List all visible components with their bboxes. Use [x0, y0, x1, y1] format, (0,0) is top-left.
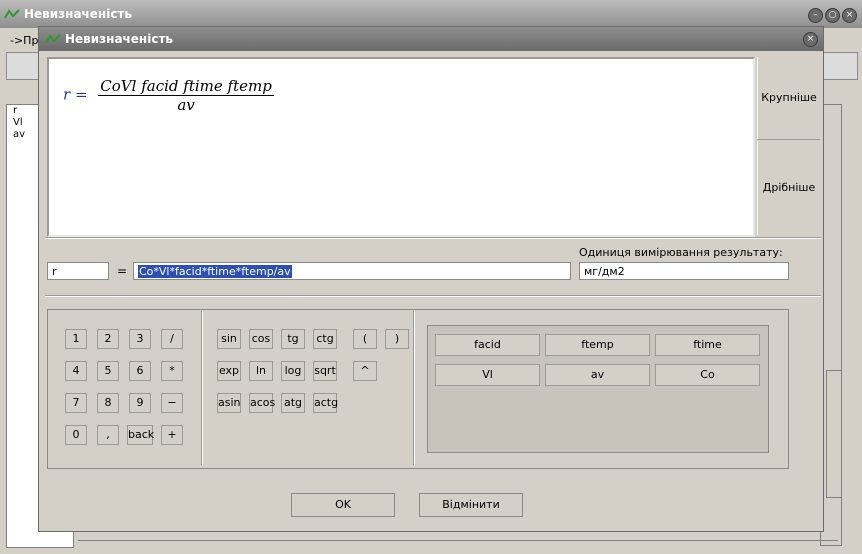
key-sqrt[interactable]: sqrt: [313, 361, 337, 381]
key-power[interactable]: ^: [353, 361, 377, 381]
divider: [45, 295, 821, 297]
app-logo-icon: [4, 9, 20, 19]
key-cos[interactable]: cos: [249, 329, 273, 349]
background-panel-inner: [826, 370, 842, 498]
keypad-separator: [201, 311, 203, 465]
background-window-title: Невизначеність: [24, 7, 132, 21]
formula-lhs: r =: [63, 85, 88, 104]
key-8[interactable]: 8: [97, 393, 119, 413]
key-ctg[interactable]: ctg: [313, 329, 337, 349]
unit-label: Одиниця вимірювання результату:: [579, 246, 783, 259]
key-3[interactable]: 3: [129, 329, 151, 349]
key-comma[interactable]: ,: [97, 425, 119, 445]
keypad-separator: [413, 311, 415, 465]
var-button-co[interactable]: Co: [655, 364, 760, 386]
formula-denominator: av: [177, 96, 195, 114]
background-divider: [78, 540, 838, 547]
var-button-facid[interactable]: facid: [435, 334, 540, 356]
key-ln[interactable]: ln: [249, 361, 273, 381]
key-asin[interactable]: asin: [217, 393, 241, 413]
uncertainty-dialog: Невизначеність × r = CoVl facid ftime ft…: [38, 26, 824, 532]
key-minus[interactable]: −: [161, 393, 183, 413]
zoom-in-button[interactable]: Крупніше: [757, 57, 820, 140]
formula-preview: r = CoVl facid ftime ftemp av: [47, 57, 755, 237]
key-6[interactable]: 6: [129, 361, 151, 381]
minimize-icon[interactable]: –: [808, 8, 823, 23]
key-tg[interactable]: tg: [281, 329, 305, 349]
key-2[interactable]: 2: [97, 329, 119, 349]
key-plus[interactable]: +: [161, 425, 183, 445]
dialog-title: Невизначеність: [65, 32, 173, 46]
cancel-button[interactable]: Відмінити: [419, 493, 523, 517]
key-0[interactable]: 0: [65, 425, 87, 445]
dialog-titlebar: Невизначеність ×: [39, 27, 823, 51]
maximize-icon[interactable]: ○: [825, 8, 840, 23]
dialog-close-icon[interactable]: ×: [803, 32, 818, 47]
var-button-ftime[interactable]: ftime: [655, 334, 760, 356]
key-open-paren[interactable]: (: [353, 329, 377, 349]
key-atg[interactable]: atg: [281, 393, 305, 413]
app-logo-icon: [45, 34, 61, 44]
var-button-vl[interactable]: Vl: [435, 364, 540, 386]
var-button-ftemp[interactable]: ftemp: [545, 334, 650, 356]
key-divide[interactable]: /: [161, 329, 183, 349]
unit-field[interactable]: мг/дм2: [579, 262, 789, 280]
ok-button[interactable]: OK: [291, 493, 395, 517]
var-button-av[interactable]: av: [545, 364, 650, 386]
key-9[interactable]: 9: [129, 393, 151, 413]
key-actg[interactable]: actg: [313, 393, 338, 413]
result-variable-field[interactable]: r: [47, 262, 109, 280]
key-5[interactable]: 5: [97, 361, 119, 381]
key-sin[interactable]: sin: [217, 329, 241, 349]
background-titlebar: Невизначеність – ○ ×: [0, 0, 862, 28]
close-icon[interactable]: ×: [842, 8, 857, 23]
divider: [45, 237, 821, 239]
key-acos[interactable]: acos: [249, 393, 275, 413]
expression-field[interactable]: Co*Vl*facid*ftime*ftemp/av: [133, 262, 571, 280]
expression-text: Co*Vl*facid*ftime*ftemp/av: [138, 265, 292, 278]
formula-display: r = CoVl facid ftime ftemp av: [63, 77, 274, 114]
key-backspace[interactable]: back: [127, 425, 154, 445]
key-7[interactable]: 7: [65, 393, 87, 413]
equals-sign: =: [117, 264, 128, 278]
key-4[interactable]: 4: [65, 361, 87, 381]
formula-fraction: CoVl facid ftime ftemp av: [98, 77, 274, 114]
zoom-out-button[interactable]: Дрібніше: [757, 141, 820, 235]
formula-numerator: CoVl facid ftime ftemp: [98, 77, 274, 96]
key-multiply[interactable]: *: [161, 361, 183, 381]
key-close-paren[interactable]: ): [385, 329, 409, 349]
key-log[interactable]: log: [281, 361, 305, 381]
key-1[interactable]: 1: [65, 329, 87, 349]
key-exp[interactable]: exp: [217, 361, 241, 381]
